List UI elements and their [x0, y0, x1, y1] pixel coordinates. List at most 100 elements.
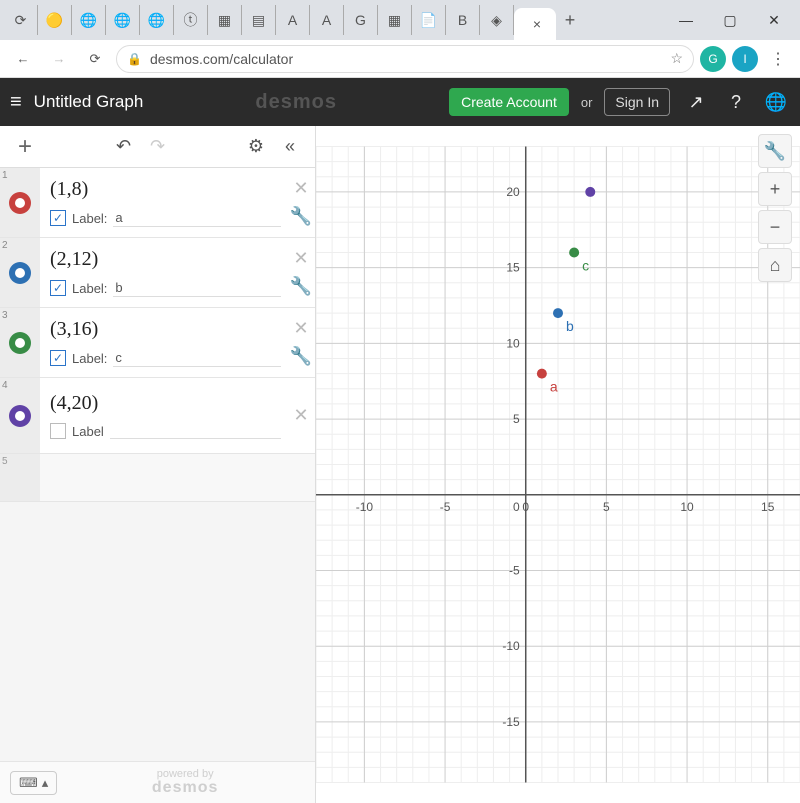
share-icon[interactable]: ↗ — [682, 92, 710, 113]
label-input[interactable]: b — [113, 279, 281, 297]
expression-row[interactable]: 4(4,20)Label✕ — [0, 378, 315, 454]
label-checkbox[interactable]: ✓ — [50, 210, 66, 226]
delete-expression-icon[interactable]: ✕ — [293, 248, 308, 269]
label-input[interactable] — [110, 423, 281, 439]
help-icon[interactable]: ? — [722, 92, 750, 113]
data-point-label: a — [550, 379, 558, 395]
x-tick-label: 5 — [603, 500, 610, 514]
data-point[interactable] — [553, 308, 563, 318]
expression-row[interactable]: 1 (1,8) ✓ Label: a ✕ 🔧 — [0, 168, 315, 238]
bookmark-star-icon[interactable]: ☆ — [670, 50, 683, 67]
delete-expression-icon[interactable]: ✕ — [293, 405, 308, 426]
tab-close-icon[interactable]: × — [533, 16, 541, 32]
browser-titlebar: ⟳🟡🌐🌐🌐ⓣ▦▤AAG▦📄B◈×+ — ▢ ✕ — [0, 0, 800, 40]
y-tick-label: 15 — [506, 261, 520, 275]
collapse-sidebar-button[interactable]: « — [273, 136, 307, 157]
brand-logo: desmos — [155, 91, 437, 114]
undo-button[interactable]: ↶ — [107, 136, 141, 157]
browser-tab[interactable]: ▤ — [242, 5, 276, 35]
expression-formula[interactable]: (3,16) — [50, 318, 281, 341]
browser-tab[interactable]: 🌐 — [72, 5, 106, 35]
browser-tab[interactable]: ⓣ — [174, 5, 208, 35]
x-tick-label: -10 — [356, 500, 374, 514]
label-input[interactable]: a — [113, 209, 281, 227]
graph-title[interactable]: Untitled Graph — [34, 92, 144, 112]
label-word: Label: — [72, 211, 107, 226]
expression-formula[interactable]: (2,12) — [50, 248, 281, 271]
label-word: Label — [72, 424, 104, 439]
browser-tab[interactable]: A — [276, 5, 310, 35]
keyboard-icon: ⌨ — [19, 775, 38, 791]
color-swatch-icon[interactable] — [9, 262, 31, 284]
data-point[interactable] — [537, 369, 547, 379]
address-omnibox[interactable]: 🔒 desmos.com/calculator ☆ — [116, 45, 694, 73]
expression-label-row: ✓ Label: a — [50, 209, 281, 227]
label-input[interactable]: c — [113, 349, 281, 367]
browser-tab[interactable]: ◈ — [480, 5, 514, 35]
label-checkbox[interactable]: ✓ — [50, 280, 66, 296]
nav-forward-button[interactable]: → — [44, 44, 74, 74]
color-swatch-icon[interactable] — [9, 405, 31, 427]
browser-tab[interactable]: 🌐 — [106, 5, 140, 35]
nav-reload-button[interactable]: ⟳ — [80, 44, 110, 74]
add-expression-button[interactable]: + — [8, 133, 42, 161]
browser-tab[interactable]: ▦ — [378, 5, 412, 35]
delete-expression-icon[interactable]: ✕ — [293, 318, 308, 339]
keyboard-toggle-button[interactable]: ⌨ ▴ — [10, 771, 57, 795]
color-swatch-icon[interactable] — [9, 192, 31, 214]
create-account-button[interactable]: Create Account — [449, 88, 569, 116]
sign-in-button[interactable]: Sign In — [604, 88, 670, 116]
browser-tabstrip: ⟳🟡🌐🌐🌐ⓣ▦▤AAG▦📄B◈×+ — [4, 0, 584, 40]
graph-settings-button[interactable]: ⚙ — [239, 136, 273, 157]
expression-formula[interactable]: (1,8) — [50, 178, 281, 201]
label-checkbox[interactable] — [50, 423, 66, 439]
browser-tab-active[interactable]: × — [514, 8, 556, 40]
favicon-icon: 📄 — [420, 12, 437, 29]
data-point[interactable] — [569, 248, 579, 258]
redo-button[interactable]: ↷ — [141, 136, 175, 157]
browser-tab[interactable]: ⟳ — [4, 5, 38, 35]
zoom-in-button[interactable]: + — [758, 172, 792, 206]
zoom-home-button[interactable]: ⌂ — [758, 248, 792, 282]
data-point[interactable] — [585, 187, 595, 197]
favicon-icon: 🟡 — [46, 12, 63, 29]
browser-tab[interactable]: ▦ — [208, 5, 242, 35]
zoom-out-button[interactable]: − — [758, 210, 792, 244]
expression-options-icon[interactable]: 🔧 — [290, 206, 312, 227]
expression-row[interactable]: 2(2,12)✓Label:b✕🔧 — [0, 238, 315, 308]
expression-index: 1 — [2, 170, 8, 181]
color-swatch-icon[interactable] — [9, 332, 31, 354]
language-icon[interactable]: 🌐 — [762, 92, 790, 113]
favicon-icon: A — [322, 12, 331, 28]
hamburger-menu-button[interactable]: ≡ — [10, 91, 22, 114]
label-checkbox[interactable]: ✓ — [50, 350, 66, 366]
data-point-label: b — [566, 318, 574, 334]
expression-formula[interactable]: (4,20) — [50, 392, 281, 415]
browser-tab[interactable]: A — [310, 5, 344, 35]
expression-row[interactable]: 3(3,16)✓Label:c✕🔧 — [0, 308, 315, 378]
browser-tab[interactable]: G — [344, 5, 378, 35]
extension-grammarly[interactable]: G — [700, 46, 726, 72]
expression-row-empty[interactable]: 5 — [0, 454, 315, 502]
window-maximize-button[interactable]: ▢ — [708, 5, 752, 35]
nav-back-button[interactable]: ← — [8, 44, 38, 74]
favicon-icon: 🌐 — [114, 12, 131, 29]
expression-options-icon[interactable]: 🔧 — [290, 276, 312, 297]
profile-avatar[interactable]: I — [732, 46, 758, 72]
browser-tab[interactable]: 🌐 — [140, 5, 174, 35]
browser-menu-button[interactable]: ⋮ — [764, 49, 792, 69]
graph-settings-wrench-button[interactable]: 🔧 — [758, 134, 792, 168]
browser-tab[interactable]: 🟡 — [38, 5, 72, 35]
x-tick-label: 15 — [761, 500, 775, 514]
favicon-icon: 🌐 — [80, 12, 97, 29]
y-tick-label: -10 — [502, 639, 520, 653]
new-tab-button[interactable]: + — [556, 6, 584, 34]
browser-tab[interactable]: 📄 — [412, 5, 446, 35]
expression-options-icon[interactable]: 🔧 — [290, 346, 312, 367]
window-minimize-button[interactable]: — — [664, 5, 708, 35]
window-close-button[interactable]: ✕ — [752, 5, 796, 35]
label-word: Label: — [72, 351, 107, 366]
delete-expression-icon[interactable]: ✕ — [293, 178, 308, 199]
graph-canvas[interactable]: -10-5051015-15-10-551015200abc 🔧 + − ⌂ — [316, 126, 800, 803]
browser-tab[interactable]: B — [446, 5, 480, 35]
